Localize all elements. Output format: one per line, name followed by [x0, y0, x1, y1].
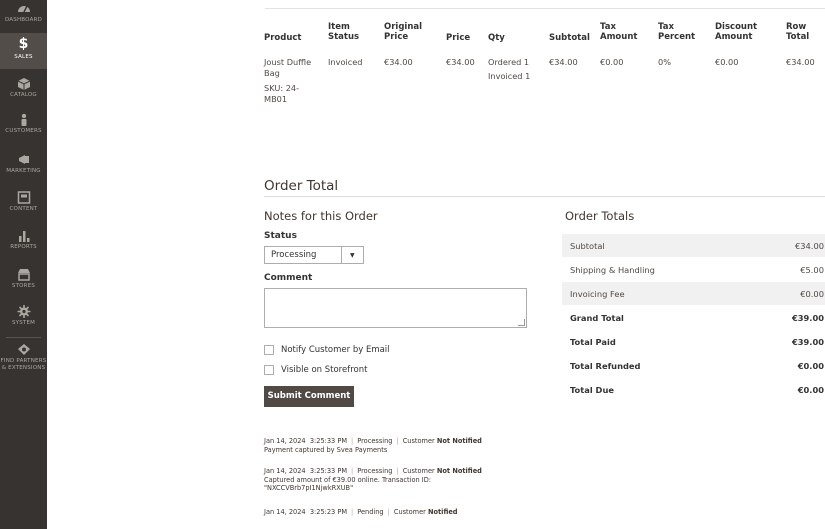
person-icon [21, 113, 26, 126]
nav-sales[interactable]: $ SALES [0, 33, 47, 69]
cell-row-total: €34.00 [786, 57, 815, 67]
totals-row-subtotal: Subtotal €34.00 [562, 234, 825, 257]
status-label: Status [264, 231, 297, 241]
megaphone-icon [18, 155, 29, 164]
nav-customers-label: CUSTOMERS [5, 128, 42, 134]
items-top-rule [265, 8, 825, 9]
submit-comment-button[interactable]: Submit Comment [264, 386, 354, 407]
nav-dashboard[interactable]: DASHBOARD [0, 2, 47, 30]
order-total-rule [264, 196, 825, 197]
totals-row-shipping: Shipping & Handling €5.00 [570, 265, 824, 275]
nav-marketing[interactable]: MARKETING [0, 153, 47, 181]
history-item: Jan 14, 2024 3:25:23 PM | Pending | Customer… [264, 508, 458, 516]
nav-sales-label: SALES [14, 54, 33, 60]
resize-handle-icon[interactable] [518, 319, 525, 326]
col-product: Product [264, 33, 302, 43]
status-select[interactable]: Processing ▼ [264, 246, 364, 264]
nav-reports[interactable]: REPORTS [0, 229, 47, 257]
main-content: Product Item Status Original Price Price Q… [47, 0, 825, 529]
nav-catalog[interactable]: CATALOG [0, 77, 47, 105]
nav-stores-label: STORES [11, 283, 36, 289]
col-subtotal: Subtotal [549, 33, 590, 43]
nav-content[interactable]: CONTENT [0, 191, 47, 219]
cell-product: Joust Duffle Bag [264, 57, 311, 78]
col-price: Price [446, 33, 471, 43]
nav-dashboard-label: DASHBOARD [4, 17, 43, 23]
sidebar-divider [6, 337, 41, 338]
cell-tax-amount: €0.00 [600, 57, 624, 67]
comment-label: Comment [264, 273, 313, 283]
comment-textarea[interactable] [264, 288, 527, 328]
nav-catalog-label: CATALOG [10, 92, 37, 98]
nav-find-partners-label: FIND PARTNERS [0, 358, 47, 364]
product-name-cont: Bag [264, 67, 280, 78]
col-row-total: Row Total [786, 22, 810, 42]
chevron-down-icon: ▼ [350, 252, 355, 259]
cell-qty: Ordered 1 Invoiced 1 [488, 57, 531, 81]
nav-system[interactable]: SYSTEM [0, 305, 47, 333]
col-tax-amount: Tax Amount [600, 22, 638, 42]
totals-row-total-refunded: Total Refunded €0.00 [570, 361, 824, 371]
product-name: Joust Duffle [264, 57, 312, 67]
col-item-status: Item Status [328, 22, 360, 42]
gear-icon [17, 305, 30, 318]
notes-heading: Notes for this Order [264, 209, 378, 223]
status-select-value: Processing [271, 250, 317, 260]
order-total-heading: Order Total [264, 178, 339, 194]
cell-price: €34.00 [446, 57, 475, 67]
cell-sku: SKU: 24- MB01 [264, 83, 300, 104]
bar-chart-icon [18, 231, 29, 242]
layout-icon [17, 191, 30, 204]
col-tax-percent: Tax Percent [658, 22, 696, 42]
totals-row-total-paid: Total Paid €39.00 [570, 337, 824, 347]
storefront-icon [17, 269, 30, 281]
visible-storefront-label[interactable]: Visible on Storefront [281, 365, 367, 375]
totals-row-grand-total: Grand Total €39.00 [570, 313, 824, 323]
notify-customer-label[interactable]: Notify Customer by Email [281, 345, 390, 355]
nav-content-label: CONTENT [9, 206, 38, 212]
notify-customer-checkbox[interactable] [264, 345, 274, 355]
nav-customers[interactable]: CUSTOMERS [0, 113, 47, 141]
col-original-price: Original Price [384, 22, 423, 42]
order-totals-heading: Order Totals [565, 209, 635, 223]
cell-item-status: Invoiced [328, 57, 363, 67]
dollar-icon: $ [18, 36, 29, 52]
nav-find-partners[interactable]: FIND PARTNERS & EXTENSIONS [0, 343, 47, 377]
gauge-icon [17, 5, 30, 13]
cell-subtotal: €34.00 [549, 57, 578, 67]
admin-sidebar: DASHBOARD $ SALES CATALOG CUSTOMERS MARK… [0, 0, 47, 529]
col-discount-amount: Discount Amount [715, 22, 758, 42]
cell-discount-amount: €0.00 [715, 57, 739, 67]
totals-row-total-due: Total Due €0.00 [570, 385, 824, 395]
cube-icon [17, 78, 30, 90]
nav-reports-label: REPORTS [10, 244, 37, 250]
history-item: Jan 14, 2024 3:25:33 PM | Processing | Custo… [264, 437, 482, 454]
nav-system-label: SYSTEM [11, 320, 36, 326]
extensions-icon [17, 344, 30, 355]
cell-original-price: €34.00 [384, 57, 413, 67]
nav-stores[interactable]: STORES [0, 268, 47, 296]
nav-marketing-label: MARKETING [6, 168, 41, 174]
cell-tax-percent: 0% [658, 57, 671, 67]
history-item: Jan 14, 2024 3:25:33 PM | Processing | Custo… [264, 467, 482, 492]
nav-extensions-label: & EXTENSIONS [1, 365, 46, 371]
col-qty: Qty [488, 33, 505, 43]
visible-storefront-checkbox[interactable] [264, 365, 274, 375]
totals-row-invoicing-fee: Invoicing Fee €0.00 [562, 282, 825, 305]
